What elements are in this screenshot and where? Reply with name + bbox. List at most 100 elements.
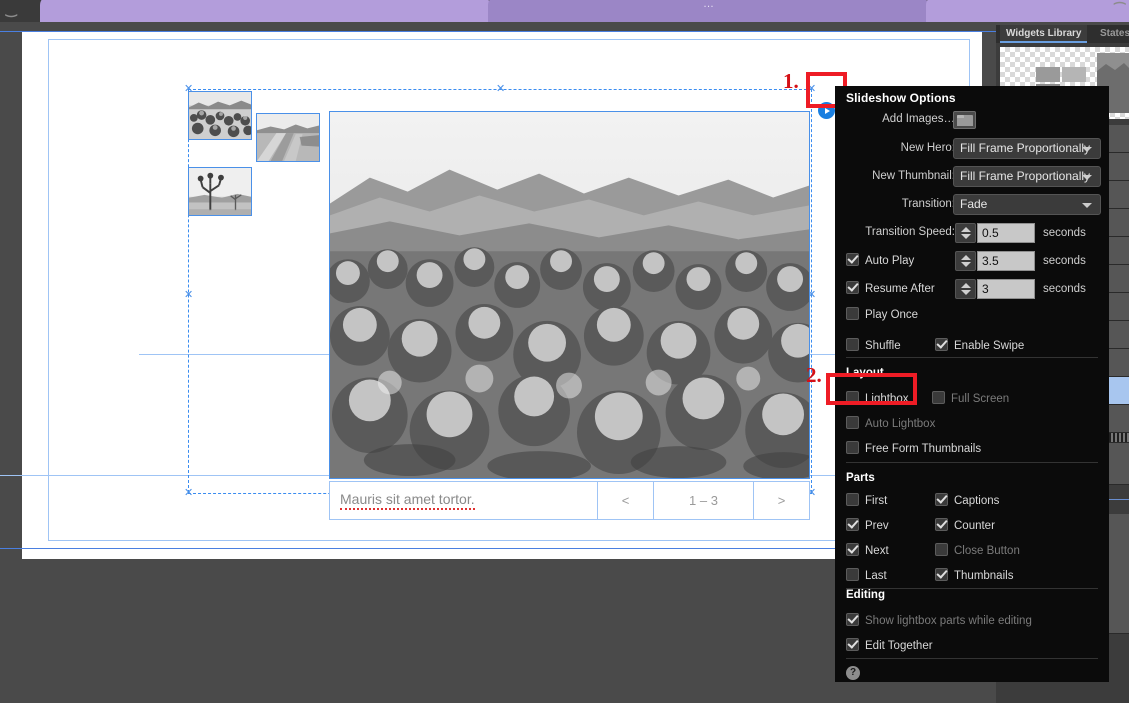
slideshow-caption-bar: Mauris sit amet tortor. < 1 – 3 > xyxy=(329,481,810,520)
prev-button[interactable]: < xyxy=(597,482,653,519)
row-shuffle-swipe: Shuffle Enable Swipe xyxy=(835,335,1109,357)
new-thumbnail-label: New Thumbnail: xyxy=(872,170,955,182)
new-hero-select[interactable]: Fill Frame Proportionally xyxy=(953,138,1101,159)
tab-states[interactable]: States xyxy=(1094,25,1129,43)
stepper-up-icon[interactable] xyxy=(961,227,971,232)
section-editing-title: Editing xyxy=(846,589,885,601)
row-auto-play: Auto Play 3.5 seconds xyxy=(835,250,1109,272)
edit-together-checkbox[interactable] xyxy=(846,638,859,651)
resume-after-stepper[interactable] xyxy=(955,279,976,299)
highlight-box-2 xyxy=(826,373,917,405)
section-parts-title: Parts xyxy=(846,472,875,484)
folder-icon[interactable] xyxy=(953,111,976,129)
stepper-down-icon[interactable] xyxy=(961,234,971,239)
chevron-down-icon xyxy=(1082,147,1092,152)
first-label: First xyxy=(865,495,888,507)
tab-dots-icon: … xyxy=(703,0,715,10)
enable-swipe-checkbox[interactable] xyxy=(935,338,948,351)
prev-label: Prev xyxy=(865,520,889,532)
row-last-thumbnails: Last Thumbnails xyxy=(835,565,1109,587)
chevron-down-icon xyxy=(1082,203,1092,208)
free-form-thumbnails-checkbox[interactable] xyxy=(846,441,859,454)
stepper-down-icon[interactable] xyxy=(961,290,971,295)
browser-top-bar: ‿ … □ ⋯ ⁀ xyxy=(0,0,1129,22)
auto-play-input[interactable]: 3.5 xyxy=(977,251,1035,271)
hero-image[interactable] xyxy=(329,111,810,479)
close-button-label: Close Button xyxy=(954,545,1020,557)
prev-checkbox[interactable] xyxy=(846,518,859,531)
thumbnail-3[interactable] xyxy=(188,167,252,216)
resume-after-checkbox[interactable] xyxy=(846,281,859,294)
row-show-lightbox-parts: Show lightbox parts while editing xyxy=(835,610,1109,632)
chevron-left-icon[interactable]: ‿ xyxy=(6,2,16,18)
chevron-right-icon[interactable]: ⁀ xyxy=(1115,2,1125,18)
full-screen-label: Full Screen xyxy=(951,393,1010,405)
show-lightbox-parts-checkbox[interactable] xyxy=(846,613,859,626)
stepper-down-icon[interactable] xyxy=(961,262,971,267)
row-transition: Transition: Fade xyxy=(835,194,1109,216)
show-lightbox-parts-label: Show lightbox parts while editing xyxy=(865,615,1032,627)
play-once-checkbox[interactable] xyxy=(846,307,859,320)
panel-title: Slideshow Options xyxy=(846,91,956,105)
selection-handle[interactable]: ✕ xyxy=(184,290,193,301)
marker-label-2: 2. xyxy=(806,363,822,387)
first-checkbox[interactable] xyxy=(846,493,859,506)
row-new-hero: New Hero: Fill Frame Proportionally xyxy=(835,138,1109,160)
edit-together-label: Edit Together xyxy=(865,640,933,652)
free-form-thumbnails-label: Free Form Thumbnails xyxy=(865,443,982,455)
shuffle-checkbox[interactable] xyxy=(846,338,859,351)
stepper-up-icon[interactable] xyxy=(961,283,971,288)
row-edit-together: Edit Together xyxy=(835,635,1109,657)
full-screen-checkbox[interactable] xyxy=(932,391,945,404)
stepper-up-icon[interactable] xyxy=(961,255,971,260)
marker-label-1: 1. xyxy=(783,69,799,93)
row-resume-after: Resume After 3 seconds xyxy=(835,278,1109,300)
browser-tab[interactable] xyxy=(40,0,490,22)
auto-play-checkbox[interactable] xyxy=(846,253,859,266)
counter-label: 1 – 3 xyxy=(653,482,753,519)
thumbnail-1[interactable] xyxy=(188,91,253,140)
new-thumbnail-value: Fill Frame Proportionally xyxy=(960,169,1091,183)
browser-tab[interactable]: □ ⋯ xyxy=(926,0,1129,22)
last-checkbox[interactable] xyxy=(846,568,859,581)
new-hero-value: Fill Frame Proportionally xyxy=(960,141,1091,155)
row-auto-lightbox: Auto Lightbox xyxy=(835,413,1109,435)
new-hero-label: New Hero: xyxy=(900,142,955,154)
new-thumbnail-select[interactable]: Fill Frame Proportionally xyxy=(953,166,1101,187)
row-prev-counter: Prev Counter xyxy=(835,515,1109,537)
next-label: Next xyxy=(865,545,889,557)
selection-handle[interactable]: ✕ xyxy=(184,488,193,499)
row-next-close: Next Close Button xyxy=(835,540,1109,562)
hero-photo xyxy=(330,112,809,478)
tab-widgets-library[interactable]: Widgets Library xyxy=(1000,25,1088,43)
thumbnail-2[interactable] xyxy=(256,113,320,162)
transition-speed-stepper[interactable] xyxy=(955,223,976,243)
help-icon[interactable]: ? xyxy=(846,666,860,680)
next-checkbox[interactable] xyxy=(846,543,859,556)
auto-lightbox-checkbox[interactable] xyxy=(846,416,859,429)
row-free-form-thumbnails: Free Form Thumbnails xyxy=(835,438,1109,460)
transition-speed-input[interactable]: 0.5 xyxy=(977,223,1035,243)
next-button[interactable]: > xyxy=(753,482,809,519)
resume-after-unit: seconds xyxy=(1043,283,1086,295)
transition-select[interactable]: Fade xyxy=(953,194,1101,215)
selection-handle[interactable]: ✕ xyxy=(496,84,505,95)
counter-label: Counter xyxy=(954,520,995,532)
auto-play-stepper[interactable] xyxy=(955,251,976,271)
counter-checkbox[interactable] xyxy=(935,518,948,531)
auto-play-unit: seconds xyxy=(1043,255,1086,267)
captions-checkbox[interactable] xyxy=(935,493,948,506)
divider xyxy=(846,462,1098,463)
caption-text[interactable]: Mauris sit amet tortor. xyxy=(330,482,597,519)
browser-tab-active[interactable]: … xyxy=(488,0,928,22)
add-images-label: Add Images… xyxy=(882,113,955,125)
play-once-label: Play Once xyxy=(865,309,919,321)
divider xyxy=(846,357,1098,358)
row-add-images: Add Images… xyxy=(835,110,1109,132)
enable-swipe-label: Enable Swipe xyxy=(954,340,1025,352)
thumbnails-checkbox[interactable] xyxy=(935,568,948,581)
transition-speed-label: Transition Speed: xyxy=(865,226,955,238)
resume-after-input[interactable]: 3 xyxy=(977,279,1035,299)
row-first-captions: First Captions xyxy=(835,490,1109,512)
close-button-checkbox[interactable] xyxy=(935,543,948,556)
